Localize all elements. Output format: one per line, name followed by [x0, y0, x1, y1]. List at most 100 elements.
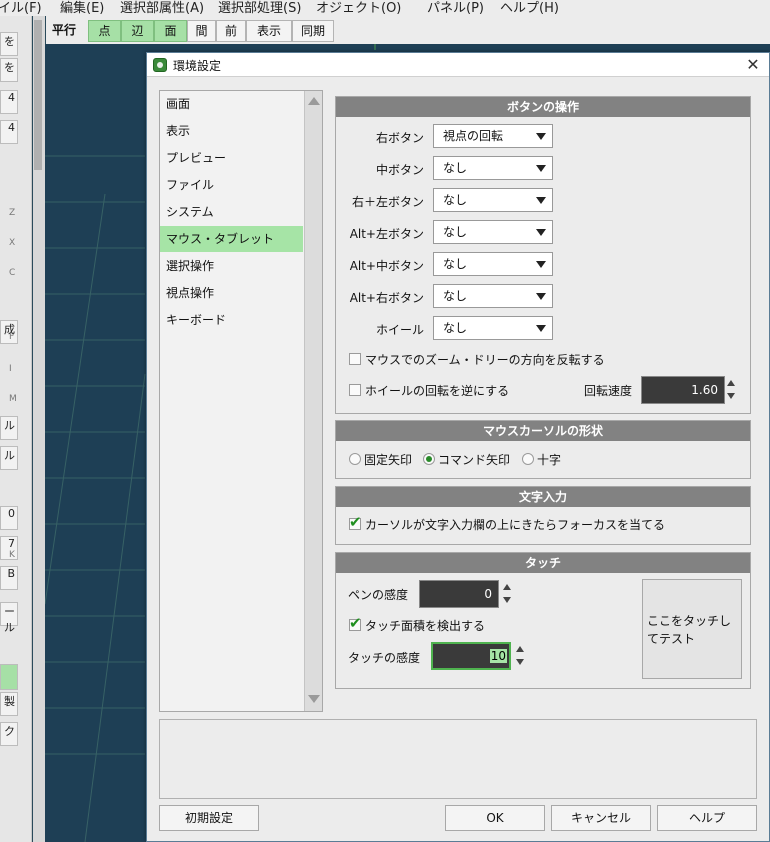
- combo-value: なし: [443, 289, 468, 303]
- menu-edit[interactable]: 編集(E): [60, 0, 104, 16]
- left-tool-button[interactable]: 0: [0, 506, 18, 530]
- description-area: [159, 719, 757, 799]
- alt-middle-button-combo[interactable]: なし: [433, 252, 553, 276]
- rotation-speed-stepper[interactable]: [725, 376, 739, 404]
- projection-label: 平行: [52, 23, 77, 37]
- toolbar-between-button[interactable]: 間: [187, 20, 216, 42]
- arrow-down-icon[interactable]: [516, 659, 524, 665]
- arrow-up-icon[interactable]: [516, 646, 524, 652]
- alt-right-button-combo[interactable]: なし: [433, 284, 553, 308]
- left-tool-panel: を を 4 4 Z X C 成 F I M ル ル 0 7 K B ール 製 ク: [0, 16, 32, 842]
- cancel-button[interactable]: キャンセル: [551, 805, 651, 831]
- toolbar-face-button[interactable]: 面: [154, 20, 187, 42]
- menu-selection-attributes[interactable]: 選択部属性(A): [120, 0, 204, 16]
- category-item-screen[interactable]: 画面: [160, 91, 303, 117]
- left-tool-button[interactable]: 4: [0, 90, 18, 114]
- left-tool-button[interactable]: ル: [0, 416, 18, 440]
- category-item-display[interactable]: 表示: [160, 118, 303, 144]
- toolbar-display-button[interactable]: 表示: [246, 20, 292, 42]
- menu-help[interactable]: ヘルプ(H): [500, 0, 559, 16]
- category-item-keyboard[interactable]: キーボード: [160, 307, 303, 333]
- touch-sensitivity-value: 10: [489, 649, 507, 663]
- category-item-view-control[interactable]: 視点操作: [160, 280, 303, 306]
- middle-button-label: 中ボタン: [375, 163, 424, 177]
- scroll-down-icon[interactable]: [308, 695, 320, 703]
- combo-value: なし: [443, 193, 468, 207]
- wheel-combo[interactable]: なし: [433, 316, 553, 340]
- alt-right-button-label: Alt+右ボタン: [349, 291, 424, 305]
- cursor-command-arrow-label: コマンド矢印: [438, 453, 511, 467]
- combo-value: なし: [443, 225, 468, 239]
- shortcut-key: M: [9, 394, 17, 404]
- left-tool-button[interactable]: ル: [0, 446, 18, 470]
- preferences-dialog: 環境設定 ✕ 画面 表示 プレビュー ファイル システム マウス・タブレット 選…: [146, 52, 770, 842]
- combo-value: なし: [443, 321, 468, 335]
- toolbar-sync-button[interactable]: 同期: [292, 20, 334, 42]
- category-item-system[interactable]: システム: [160, 199, 303, 225]
- focus-on-hover-checkbox[interactable]: [349, 513, 362, 531]
- menu-panel[interactable]: パネル(P): [427, 0, 484, 16]
- shortcut-key: K: [9, 550, 15, 560]
- combo-value: なし: [443, 161, 468, 175]
- pen-sensitivity-stepper[interactable]: [501, 580, 515, 608]
- chevron-down-icon: [536, 261, 546, 268]
- chevron-down-icon: [536, 133, 546, 140]
- left-tool-button[interactable]: を: [0, 58, 18, 82]
- menu-selection-processing[interactable]: 選択部処理(S): [218, 0, 301, 16]
- arrow-down-icon[interactable]: [727, 393, 735, 399]
- cursor-fixed-arrow-radio[interactable]: [349, 453, 361, 465]
- rotation-speed-input[interactable]: 1.60: [641, 376, 725, 404]
- right-left-button-label: 右＋左ボタン: [351, 195, 424, 209]
- invert-zoom-checkbox[interactable]: [349, 353, 361, 365]
- toolbar-vertex-button[interactable]: 点: [88, 20, 121, 42]
- pen-sensitivity-input[interactable]: 0: [419, 580, 499, 608]
- right-button-label: 右ボタン: [375, 131, 424, 145]
- left-tool-button[interactable]: ール: [0, 602, 18, 634]
- touch-sensitivity-stepper[interactable]: [514, 642, 528, 670]
- detect-touch-area-label: タッチ面積を検出する: [365, 619, 486, 633]
- alt-left-button-combo[interactable]: なし: [433, 220, 553, 244]
- group-header: ボタンの操作: [336, 97, 750, 117]
- arrow-up-icon[interactable]: [727, 380, 735, 386]
- cursor-crosshair-radio[interactable]: [522, 453, 534, 465]
- left-tool-button[interactable]: ク: [0, 722, 18, 746]
- left-tool-button-active[interactable]: [0, 664, 18, 690]
- category-list-scrollbar[interactable]: [304, 91, 322, 711]
- category-item-mouse-tablet[interactable]: マウス・タブレット: [160, 226, 303, 252]
- touch-test-area[interactable]: ここをタッチしてテスト: [642, 579, 742, 679]
- button-operations-group: ボタンの操作 右ボタン 視点の回転 中ボタン なし 右＋左ボタン なし Alt+…: [335, 96, 751, 414]
- close-icon[interactable]: ✕: [743, 55, 763, 75]
- group-header: タッチ: [336, 553, 750, 573]
- category-item-file[interactable]: ファイル: [160, 172, 303, 198]
- reset-defaults-button[interactable]: 初期設定: [159, 805, 259, 831]
- left-tool-button[interactable]: 4: [0, 120, 18, 144]
- detect-touch-area-checkbox[interactable]: [349, 614, 362, 632]
- touch-sensitivity-input[interactable]: 10: [431, 642, 511, 670]
- left-tool-button[interactable]: を: [0, 32, 18, 56]
- middle-button-combo[interactable]: なし: [433, 156, 553, 180]
- ok-button[interactable]: OK: [445, 805, 545, 831]
- toolbar-front-button[interactable]: 前: [216, 20, 246, 42]
- pen-sensitivity-label: ペンの感度: [348, 588, 409, 602]
- menu-object[interactable]: オジェクト(O): [316, 0, 401, 16]
- right-button-combo[interactable]: 視点の回転: [433, 124, 553, 148]
- menu-file[interactable]: イル(F): [0, 0, 42, 16]
- category-item-selection[interactable]: 選択操作: [160, 253, 303, 279]
- left-tool-button[interactable]: 製: [0, 692, 18, 716]
- toolbar-edge-button[interactable]: 辺: [121, 20, 154, 42]
- arrow-down-icon[interactable]: [503, 597, 511, 603]
- help-button[interactable]: ヘルプ: [657, 805, 757, 831]
- right-left-button-combo[interactable]: なし: [433, 188, 553, 212]
- cursor-command-arrow-radio[interactable]: [423, 453, 435, 465]
- touch-sensitivity-label: タッチの感度: [348, 651, 421, 665]
- group-header: 文字入力: [336, 487, 750, 507]
- scroll-up-icon[interactable]: [308, 97, 320, 105]
- alt-middle-button-label: Alt+中ボタン: [349, 259, 424, 273]
- invert-wheel-checkbox[interactable]: [349, 384, 361, 396]
- arrow-up-icon[interactable]: [503, 584, 511, 590]
- left-panel-scroll-thumb[interactable]: [34, 20, 42, 170]
- left-tool-button[interactable]: B: [0, 566, 18, 590]
- dialog-titlebar: 環境設定 ✕: [147, 53, 769, 77]
- category-item-preview[interactable]: プレビュー: [160, 145, 303, 171]
- wheel-label: ホイール: [375, 323, 424, 337]
